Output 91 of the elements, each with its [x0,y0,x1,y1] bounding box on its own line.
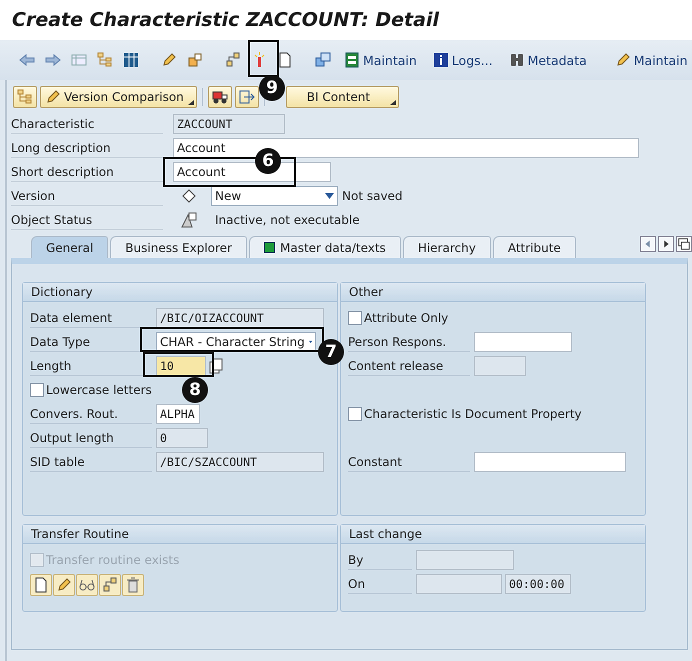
pencil-icon [161,52,177,68]
field-label: Length [30,356,152,376]
trash-icon [125,577,141,593]
toolbar-button[interactable]: Logs... [426,49,499,71]
field-label: SID table [30,452,152,472]
field-label: Short description [11,162,163,182]
checkbox[interactable] [348,407,362,421]
status-text: Inactive, not executable [215,213,360,227]
back-arrow-icon [19,52,35,68]
checkbox-label: Transfer routine exists [46,553,180,567]
list-icon [71,52,87,68]
input-field[interactable]: ALPHA [156,404,200,424]
toolbar-button[interactable] [30,574,52,596]
input-field[interactable] [416,574,502,594]
tab[interactable]: General [31,236,108,258]
input-field[interactable]: ZACCOUNT [173,114,285,134]
scroll-right-button[interactable] [658,236,674,252]
glasses-icon [79,577,95,593]
field-label: Output length [30,428,152,448]
field-label: Characteristic [11,114,163,134]
field-label: Object Status [11,210,163,230]
field-label: On [348,574,412,594]
group-title: Transfer Routine [23,525,337,544]
tree-icon [17,89,33,105]
window-title: Create Characteristic ZACCOUNT: Detail [0,0,692,40]
menu-corner-icon [390,100,396,105]
input-field[interactable] [416,550,514,570]
menu-corner-icon [188,100,194,105]
dropdown-arrow-icon [308,339,312,345]
tab[interactable]: Hierarchy [402,236,491,258]
toolbar-button[interactable]: Metadata [502,49,593,71]
callout-badge: 9 [259,75,285,101]
checkbox-label: Attribute Only [364,311,448,325]
checkbox-label: Lowercase letters [46,383,152,397]
checkbox[interactable] [30,383,44,397]
windows-icon [315,52,331,68]
toolbar-button[interactable]: Maintain [338,49,423,71]
group-title: Last change [341,525,645,544]
diamond-icon [181,188,197,204]
field-label: Content release [348,356,470,376]
field-label: Version [11,186,163,206]
tab[interactable]: Master data/texts [249,236,401,258]
pencil-icon [56,577,72,593]
hierarchy-icon [102,577,118,593]
field-label: Data Type [30,332,152,352]
field-label: Constant [348,452,470,472]
grid-icon [123,52,139,68]
input-field[interactable] [474,452,626,472]
toolbar-button[interactable]: Maintain [608,49,692,71]
export-icon [238,89,255,105]
document-icon [33,577,49,593]
menu-button[interactable]: Version Comparison [40,86,197,108]
toolbar-button[interactable] [234,86,259,108]
menu-button[interactable]: BI Content [286,86,400,108]
field-label: Data element [30,308,152,328]
pencil-icon [614,52,631,68]
dropdown-arrow-icon [325,193,334,199]
checkbox-label: Characteristic Is Document Property [364,407,582,421]
tree-icon [97,52,113,68]
truck-icon [212,89,228,105]
pencil-icon [45,89,61,105]
value-help-icon [208,358,224,374]
status-text: Not saved [342,189,403,203]
input-field[interactable]: 10 [156,356,206,376]
group-title: Other [341,283,645,302]
time-field[interactable]: 00:00:00 [505,574,571,594]
forward-arrow-icon [45,52,61,68]
input-field[interactable]: /BIC/SZACCOUNT [156,452,324,472]
field-label: Long description [11,138,163,158]
dropdown-field[interactable]: CHAR - Character String [156,332,316,352]
toolbar-button[interactable] [208,86,232,108]
group-title: Dictionary [23,283,337,302]
dropdown-field[interactable]: New [211,186,338,206]
field-label: Convers. Rout. [30,404,152,424]
input-field[interactable] [474,356,526,376]
input-field[interactable]: /BIC/OIZACCOUNT [156,308,324,328]
field-label: Person Respons. [348,332,470,352]
status-triangle-icon [181,212,197,228]
tab-list-button[interactable] [676,236,692,252]
hierarchy-icon [225,52,241,68]
toolbar-button[interactable] [99,574,121,596]
tab[interactable]: Business Explorer [110,236,247,258]
checkbox[interactable] [348,311,362,325]
tab-list-icon [677,237,691,251]
input-field[interactable] [474,332,572,352]
tab[interactable]: Attribute [492,236,576,258]
input-field[interactable]: 0 [156,428,208,448]
field-label: By [348,550,412,570]
table-icon [344,52,360,68]
info-icon [432,52,449,68]
document-icon [277,52,293,68]
